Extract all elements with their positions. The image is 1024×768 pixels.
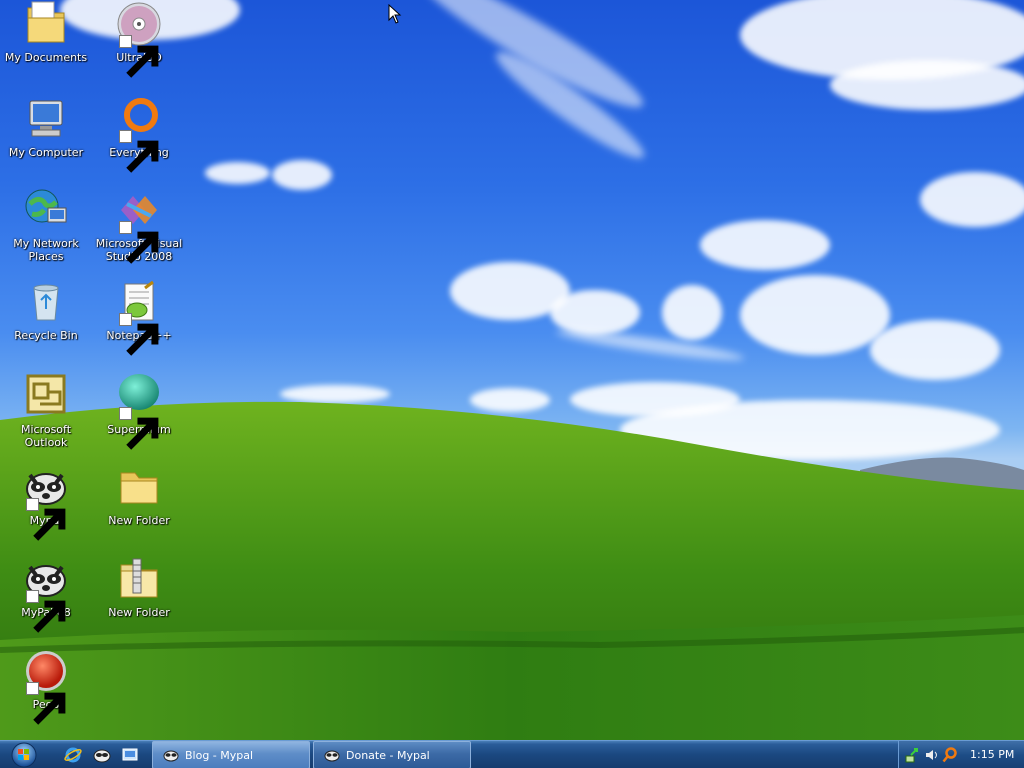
desktop-icon-label: New Folder (108, 514, 170, 527)
desktop-icon-new-folder[interactable]: New Folder (93, 463, 185, 527)
visual-studio-icon (115, 186, 163, 264)
shortcut-arrow-icon (119, 35, 159, 78)
taskbar-button-blog-mypal[interactable]: Blog - Mypal (152, 741, 310, 768)
desktop-icon-label: My Network Places (13, 237, 79, 263)
desktop-wallpaper: My Documents My Computer My Network Plac… (0, 0, 1024, 740)
desktop-icon-notepad-plus-plus[interactable]: Notepad++ (93, 278, 185, 356)
desktop-icon-microsoft-outlook[interactable]: Microsoft Outlook (0, 372, 92, 449)
mypal-icon (324, 750, 340, 762)
desktop-icon-mypal[interactable]: Mypal (0, 463, 92, 541)
show-desktop-icon (122, 748, 138, 761)
network-places-icon (22, 186, 70, 234)
shortcut-arrow-icon (119, 221, 159, 264)
folder-icon (115, 463, 163, 511)
desktop-icon-recycle-bin[interactable]: Recycle Bin (0, 278, 92, 342)
shortcut-arrow-icon (26, 498, 66, 541)
desktop-icon-pego[interactable]: Pego (0, 647, 92, 725)
search-tray-icon[interactable] (942, 747, 958, 763)
desktop-icon-label: Recycle Bin (14, 329, 78, 342)
zip-folder-icon (115, 555, 163, 603)
desktop-icon-ultraiso[interactable]: UltraISO (93, 0, 185, 78)
mouse-pointer-icon (388, 4, 402, 24)
desktop-icon-label: My Documents (4, 51, 88, 64)
desktop-icon-my-network-places[interactable]: My Network Places (0, 186, 92, 263)
taskbar-button-donate-mypal[interactable]: Donate - Mypal (313, 741, 471, 768)
mypal-raccoon-icon (22, 555, 70, 633)
taskbar: Blog - Mypal Donate - Mypal 1:15 PM (0, 740, 1024, 768)
desktop-icon-supermium[interactable]: Supermium (93, 372, 185, 450)
desktop-icon-mypal-68[interactable]: MyPal 68 (0, 555, 92, 633)
desktop-icon-new-folder-zip[interactable]: New Folder (93, 555, 185, 619)
desktop-icon-label: Microsoft Outlook (20, 423, 72, 449)
desktop-icon-everything[interactable]: Everything (93, 95, 185, 173)
mypal-icon (93, 749, 111, 763)
quick-launch-show-desktop[interactable] (120, 745, 140, 765)
taskbar-button-label: Blog - Mypal (185, 748, 254, 762)
shortcut-arrow-icon (26, 590, 66, 633)
notepadpp-icon (115, 278, 163, 356)
shortcut-arrow-icon (119, 407, 159, 450)
desktop-icon-label: New Folder (108, 606, 170, 619)
start-button[interactable] (7, 742, 41, 768)
desktop-icon-my-documents[interactable]: My Documents (0, 0, 92, 64)
taskbar-button-label: Donate - Mypal (346, 748, 430, 762)
network-icon[interactable] (905, 747, 921, 763)
quick-launch-internet-explorer[interactable] (63, 745, 83, 765)
outlook-icon (22, 372, 70, 420)
my-computer-icon (22, 95, 70, 143)
desktop-icon-visual-studio[interactable]: Microsoft Visual Studio 2008 (93, 186, 185, 264)
cd-disc-icon (115, 0, 163, 78)
recycle-bin-icon (22, 278, 70, 326)
pego-red-orb-icon (22, 647, 70, 725)
mypal-raccoon-icon (22, 463, 70, 541)
taskbar-clock[interactable]: 1:15 PM (970, 741, 1014, 768)
shortcut-arrow-icon (26, 682, 66, 725)
start-orb-icon (11, 742, 37, 768)
shortcut-arrow-icon (119, 313, 159, 356)
my-documents-folder-icon (22, 0, 70, 48)
mypal-icon (163, 750, 179, 762)
internet-explorer-icon (64, 747, 82, 763)
shortcut-arrow-icon (119, 130, 159, 173)
supermium-icon (115, 372, 163, 450)
volume-icon[interactable] (924, 747, 940, 763)
desktop-icon-label: My Computer (8, 146, 84, 159)
everything-search-icon (115, 95, 163, 173)
desktop-icon-my-computer[interactable]: My Computer (0, 95, 92, 159)
quick-launch-mypal[interactable] (92, 745, 112, 765)
